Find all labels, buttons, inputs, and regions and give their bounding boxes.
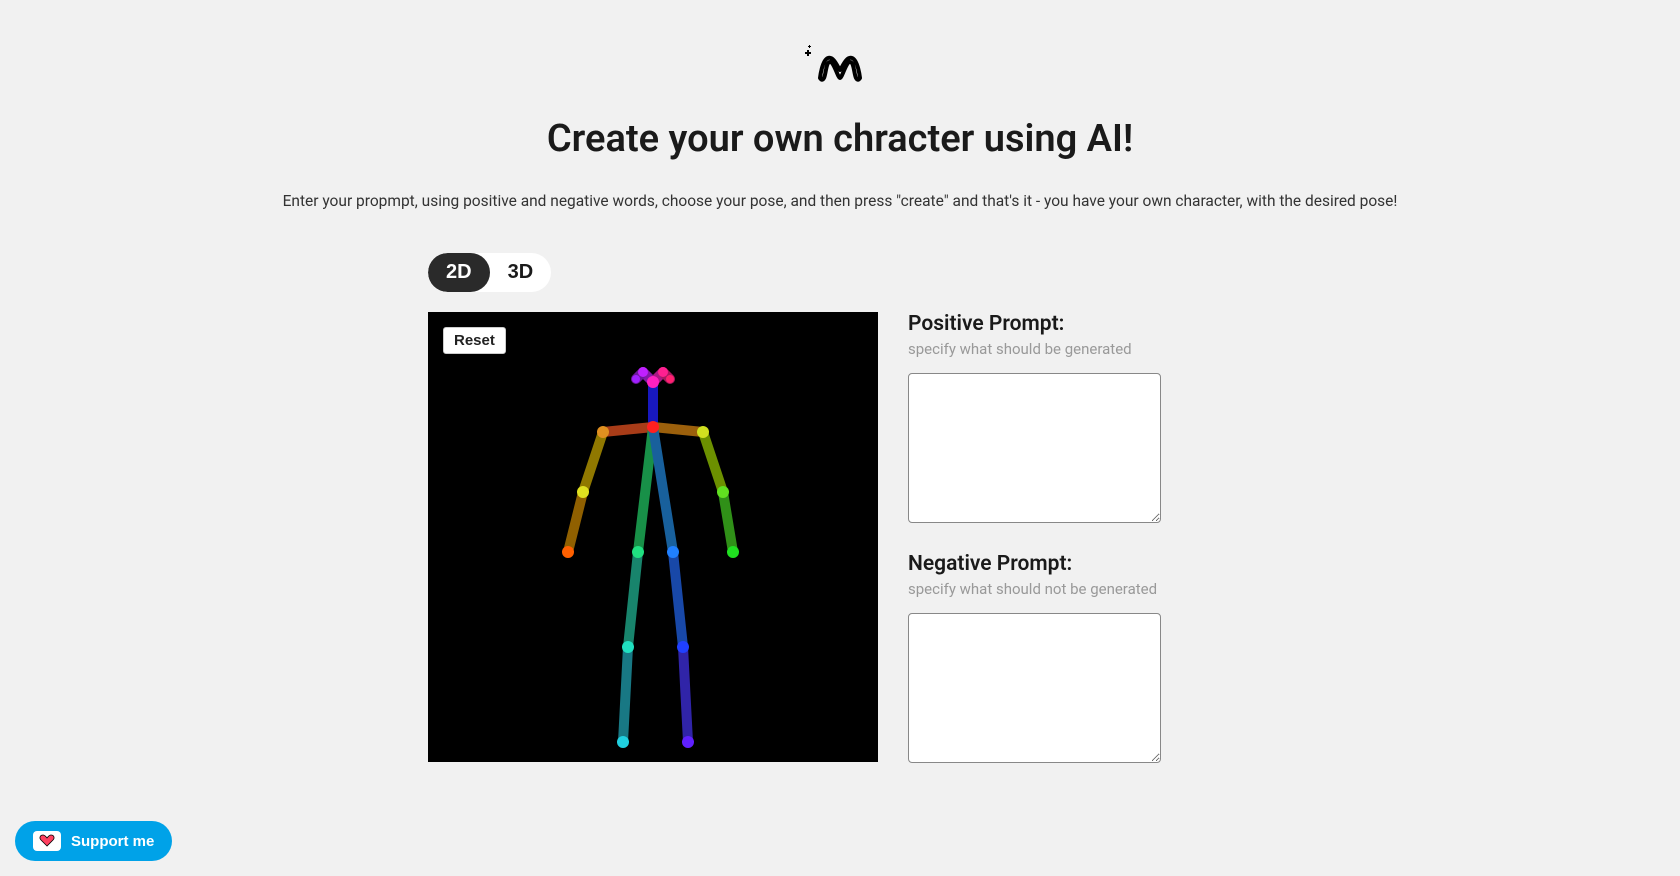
support-me-button[interactable]: Support me — [15, 821, 172, 861]
negative-prompt-label: Negative Prompt: — [908, 552, 1188, 576]
positive-prompt-hint: specify what should be generated — [908, 340, 1188, 358]
heart-cup-icon — [33, 831, 61, 851]
page-title: Create your own chracter using AI! — [0, 117, 1680, 161]
pose-canvas[interactable]: Reset — [428, 312, 878, 762]
negative-prompt-hint: specify what should not be generated — [908, 580, 1188, 598]
mode-toggle: 2D 3D — [428, 253, 551, 292]
pose-skeleton — [428, 312, 878, 762]
toggle-2d-button[interactable]: 2D — [428, 253, 490, 292]
support-me-label: Support me — [71, 833, 154, 850]
positive-prompt-input[interactable] — [908, 373, 1161, 523]
negative-prompt-input[interactable] — [908, 613, 1161, 763]
brand-logo — [800, 40, 880, 88]
page-subtitle: Enter your propmpt, using positive and n… — [260, 191, 1420, 213]
positive-prompt-label: Positive Prompt: — [908, 312, 1188, 336]
reset-button[interactable]: Reset — [443, 327, 506, 354]
toggle-3d-button[interactable]: 3D — [490, 253, 552, 292]
